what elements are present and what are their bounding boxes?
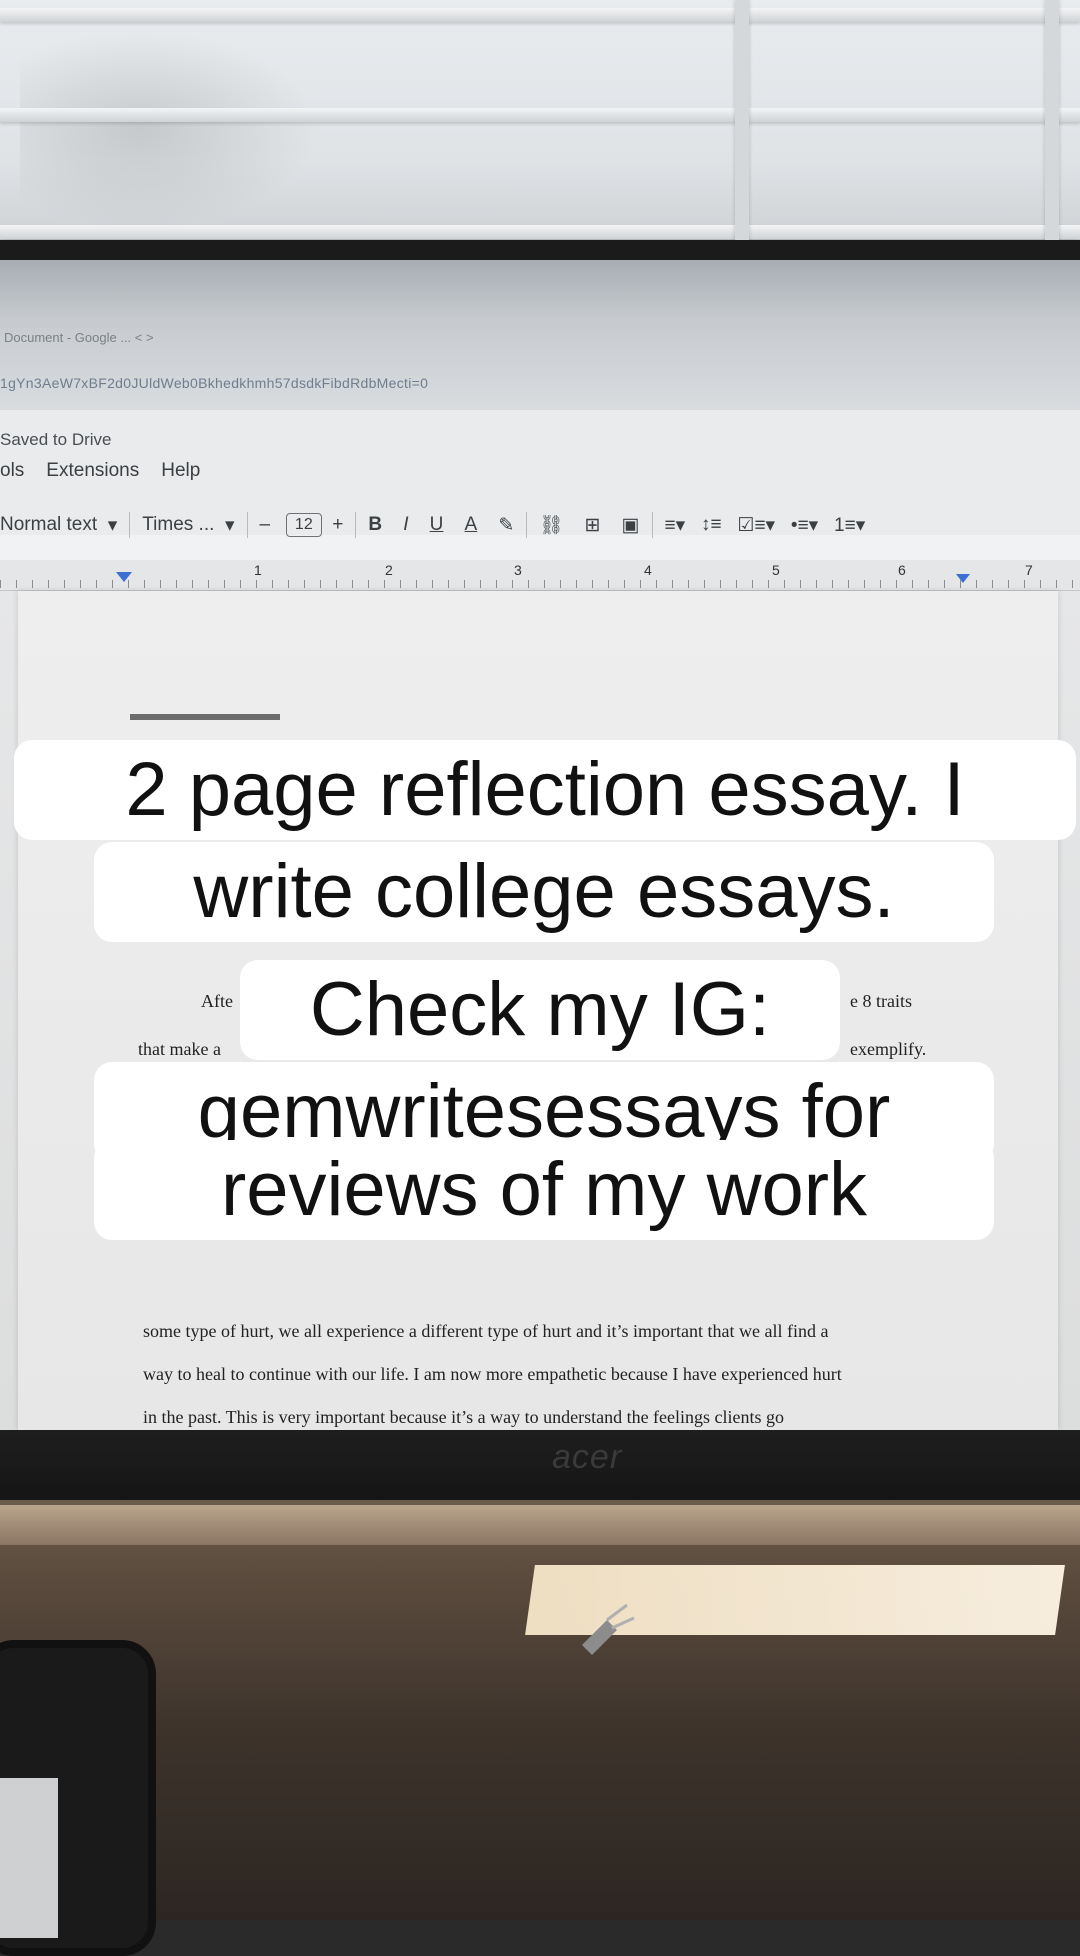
desk-shelf <box>0 1505 1080 1545</box>
toolbar-divider <box>129 512 131 538</box>
saved-status: Saved to Drive <box>0 430 112 449</box>
body-line: in the past. This is very important beca… <box>143 1407 785 1427</box>
ruler-number: 6 <box>898 562 906 578</box>
ruler: 1 2 3 4 5 6 7 <box>0 560 1080 591</box>
address-bar[interactable]: 1gYn3AeW7xBF2d0JUldWeb0Bkhedkhmh57dsdkFi… <box>0 375 428 391</box>
blind-slat <box>0 225 1080 239</box>
ruler-number: 5 <box>772 562 780 578</box>
link-icon[interactable]: ⛓ <box>539 513 563 537</box>
toolbar-divider <box>246 512 248 538</box>
monitor-bezel <box>0 1430 1080 1510</box>
align-icon[interactable]: ≡▾ <box>665 514 686 537</box>
checklist-icon[interactable]: ☑≡▾ <box>737 514 775 537</box>
binder-clip-icon <box>582 1603 635 1655</box>
numbered-list-icon[interactable]: 1≡▾ <box>834 514 865 537</box>
right-indent-marker[interactable] <box>956 574 970 583</box>
chevron-down-icon: ▾ <box>224 514 235 536</box>
ruler-number: 7 <box>1025 562 1033 578</box>
line-spacing-icon[interactable]: ↕≡ <box>701 514 722 536</box>
highlight-icon[interactable]: ✎ <box>498 514 514 537</box>
body-line: some type of hurt, we all experience a d… <box>143 1321 829 1341</box>
toolbar-divider <box>651 512 653 538</box>
ruler-number: 3 <box>514 562 522 578</box>
menu-item-extensions[interactable]: Extensions <box>46 460 139 482</box>
increase-font-size-button[interactable]: + <box>332 514 343 536</box>
body-fragment: e 8 traits <box>850 991 912 1011</box>
monitor-logo: acer <box>552 1438 623 1476</box>
desk <box>0 1500 1080 1920</box>
caption-line: 2 page reflection essay. I <box>14 740 1076 840</box>
italic-button[interactable]: I <box>403 514 408 536</box>
tree-silhouette <box>20 30 320 230</box>
browser-tab[interactable]: Document - Google ... < > <box>4 330 154 345</box>
body-fragment: that make a <box>138 1039 221 1059</box>
font-size-input[interactable]: 12 <box>285 513 322 537</box>
window-frame <box>735 0 749 265</box>
style-select-label: Normal text <box>0 514 98 535</box>
font-select-label: Times ... <box>142 514 215 535</box>
caption-line: write college essays. <box>94 842 994 942</box>
ruler-number: 2 <box>385 562 393 578</box>
bullet-list-icon[interactable]: •≡▾ <box>791 514 818 537</box>
body-fragment: Afte <box>201 991 233 1011</box>
underline-button[interactable]: U <box>430 514 444 536</box>
bold-button[interactable]: B <box>368 514 382 536</box>
ruler-number: 1 <box>254 562 262 578</box>
ruler-ticks <box>0 580 1080 588</box>
image-icon[interactable]: ▣ <box>622 514 640 537</box>
text-color-button[interactable]: A <box>465 514 478 536</box>
style-select[interactable]: Normal text ▾ <box>0 514 117 537</box>
caption-line: Check my IG: <box>240 960 840 1060</box>
ruler-number: 4 <box>644 562 652 578</box>
body-fragment: exemplify. <box>850 1039 927 1059</box>
font-select[interactable]: Times ... ▾ <box>142 514 234 537</box>
window-blinds <box>0 0 1080 265</box>
left-indent-marker[interactable] <box>116 572 132 582</box>
body-line: way to heal to continue with our life. I… <box>143 1364 842 1384</box>
browser-chrome: Document - Google ... < > 1gYn3AeW7xBF2d… <box>0 260 1080 410</box>
menu-bar: ols Extensions Help <box>0 460 200 482</box>
chevron-down-icon: ▾ <box>107 514 118 536</box>
blind-slat <box>0 8 1080 22</box>
phone <box>0 1640 156 1956</box>
comment-icon[interactable]: ⊞ <box>585 514 601 537</box>
toolbar-divider <box>355 512 357 538</box>
phone-screen <box>0 1778 58 1938</box>
formatting-toolbar: Normal text ▾ Times ... ▾ – 12 + B I U A… <box>0 500 1080 550</box>
menu-item-tools[interactable]: ols <box>0 460 24 482</box>
blind-slat <box>0 108 1080 122</box>
menu-item-help[interactable]: Help <box>161 460 200 482</box>
decrease-font-size-button[interactable]: – <box>260 514 271 536</box>
toolbar-divider <box>526 512 528 538</box>
window-frame <box>1045 0 1059 265</box>
page-heading-underline <box>130 714 280 720</box>
caption-line: reviews of my work <box>94 1140 994 1240</box>
